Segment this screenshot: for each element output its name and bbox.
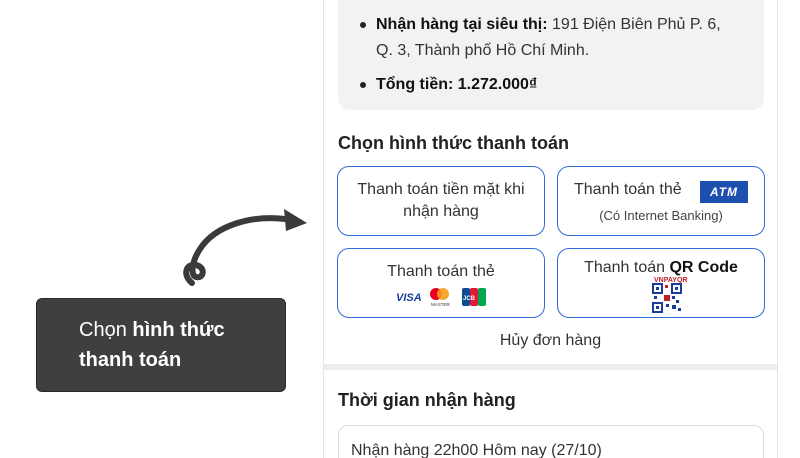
callout-box: Chọn hình thức thanh toán	[36, 298, 286, 392]
order-summary: Nhận hàng tại siêu thị: 191 Điện Biên Ph…	[338, 0, 764, 110]
delivery-time-title: Thời gian nhận hàng	[338, 390, 516, 410]
delivery-time-value: Nhận hàng 22h00 Hôm nay (27/10)	[351, 442, 602, 458]
pay-atm-sublabel: (Có Internet Banking)	[599, 208, 723, 223]
pay-atm-label: Thanh toán thẻ	[574, 181, 682, 198]
callout-line1: Chọn hình thức	[79, 319, 225, 342]
curved-arrow-icon	[183, 209, 307, 286]
visa-icon: VISA	[396, 292, 422, 304]
pay-atm-card-button[interactable]: Thanh toán thẻ ATM (Có Internet Banking)	[557, 166, 765, 236]
callout-bold-line1: hình thức	[132, 319, 225, 341]
pay-cash-label: Thanh toán tiền mặt khi nhận hàng	[357, 181, 525, 220]
card-logos: VISA MASTER JCB	[396, 288, 486, 307]
pickup-store-item: Nhận hàng tại siêu thị: 191 Điện Biên Ph…	[360, 12, 764, 64]
callout-bold-line2: thanh toán	[79, 349, 182, 371]
pay-qr-code-button[interactable]: Thanh toán QR Code VNPAYQR	[557, 248, 765, 318]
pickup-address-line1: 191 Điện Biên Phủ P. 6,	[552, 16, 721, 33]
section-divider	[324, 364, 777, 370]
qr-code-icon	[652, 283, 682, 313]
pay-qr-label-prefix: Thanh toán	[584, 259, 666, 276]
pay-intl-card-button[interactable]: Thanh toán thẻ VISA MASTER JCB	[337, 248, 545, 318]
pickup-label: Nhận hàng tại siêu thị:	[376, 16, 548, 33]
payment-method-title: Chọn hình thức thanh toán	[338, 133, 569, 153]
summary-list: Nhận hàng tại siêu thị: 191 Điện Biên Ph…	[338, 0, 764, 98]
total-value: 1.272.000₫	[457, 76, 538, 93]
total-item: Tổng tiền: 1.272.000₫	[360, 72, 764, 98]
atm-icon: ATM	[700, 181, 748, 203]
pay-intl-card-label: Thanh toán thẻ	[387, 263, 495, 280]
svg-text:JCB: JCB	[463, 296, 476, 302]
jcb-icon: JCB	[462, 288, 486, 306]
callout-prefix: Chọn	[79, 319, 127, 341]
pay-qr-label-bold: QR Code	[669, 259, 738, 276]
svg-text:MASTER: MASTER	[431, 302, 451, 307]
cancel-order-link[interactable]: Hủy đơn hàng	[324, 332, 777, 350]
checkout-panel: Nhận hàng tại siêu thị: 191 Điện Biên Ph…	[323, 0, 778, 458]
pay-cash-on-delivery-button[interactable]: Thanh toán tiền mặt khi nhận hàng	[337, 166, 545, 236]
pickup-address-line2: Q. 3, Thành phố Hồ Chí Minh.	[376, 42, 590, 59]
pay-qr-label: Thanh toán QR Code	[558, 259, 764, 277]
total-label: Tổng tiền:	[376, 76, 454, 93]
mastercard-icon: MASTER	[430, 288, 451, 307]
delivery-time-select[interactable]: Nhận hàng 22h00 Hôm nay (27/10)	[338, 425, 764, 458]
